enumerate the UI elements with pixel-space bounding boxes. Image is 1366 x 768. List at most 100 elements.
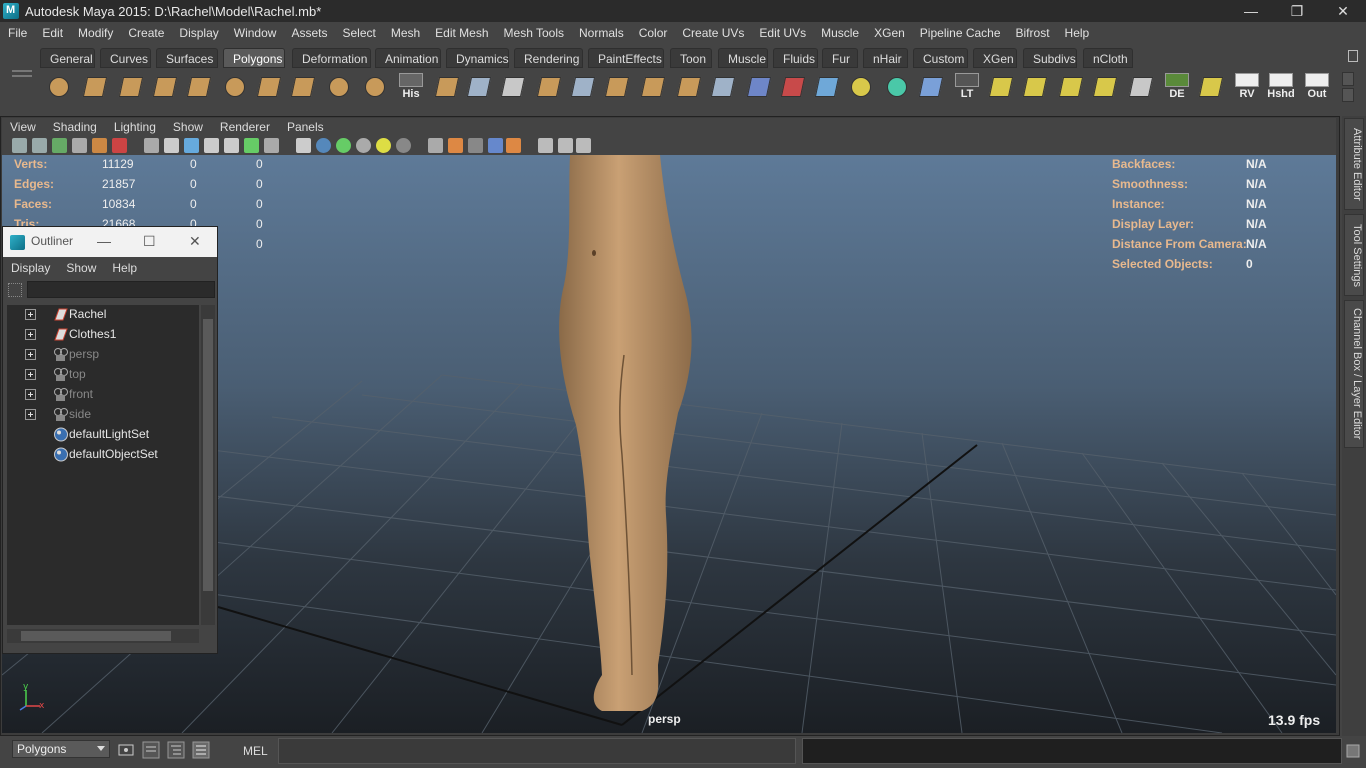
panel-menu-renderer[interactable]: Renderer [212,120,279,134]
shelf-tab-muscle[interactable]: Muscle [718,48,768,68]
shelf-tab-fluids[interactable]: Fluids [773,48,818,68]
minimize-button[interactable]: — [1228,0,1274,22]
outliner-item[interactable]: defaultLightSet [7,425,199,445]
gate-mask-icon[interactable] [204,138,219,153]
shelf-tab-surfaces[interactable]: Surfaces [156,48,218,68]
wireframe-cage-icon[interactable] [812,72,842,102]
script-editor-button-icon[interactable] [1346,744,1360,758]
screen-space-ao-icon[interactable] [428,138,443,153]
grid-icon[interactable] [144,138,159,153]
menu-file[interactable]: File [0,22,34,44]
poly-torus-icon[interactable] [220,72,250,102]
poly-plane-icon[interactable] [184,72,214,102]
shelf-tab-rendering[interactable]: Rendering [514,48,583,68]
motion-blur-icon[interactable] [448,138,463,153]
maximize-button[interactable]: ☐ [143,233,156,250]
panel-menu-panels[interactable]: Panels [279,120,333,134]
mel-command-input[interactable] [278,738,796,764]
shelf-tab-subdivs[interactable]: Subdivs [1023,48,1077,68]
shelf-tab-painteffects[interactable]: PaintEffects [588,48,664,68]
render-view-icon[interactable]: RV [1232,72,1262,102]
outliner-vertical-scrollbar[interactable] [201,305,215,625]
shelf-tab-ncloth[interactable]: nCloth [1083,48,1133,68]
camera-attributes-icon[interactable] [32,138,47,153]
shelf-tab-deformation[interactable]: Deformation [292,48,371,68]
menu-pipeline-cache[interactable]: Pipeline Cache [912,22,1008,44]
xray-icon[interactable] [538,138,553,153]
shelf-scroll-up-icon[interactable] [1342,72,1354,86]
menu-edit-mesh[interactable]: Edit Mesh [427,22,495,44]
menu-create[interactable]: Create [120,22,171,44]
bookmarks-icon[interactable] [52,138,67,153]
uv-automatic-icon[interactable] [1090,72,1120,102]
outliner-item[interactable]: top [7,365,199,385]
menu-edit-uvs[interactable]: Edit UVs [751,22,813,44]
close-button[interactable]: ✕ [189,233,201,250]
expand-icon[interactable] [25,389,36,400]
poly-pipe-icon[interactable] [288,72,318,102]
menu-mesh-tools[interactable]: Mesh Tools [496,22,571,44]
outliner-shelf-icon[interactable]: Out [1302,72,1332,102]
xray-components-icon[interactable] [576,138,591,153]
menu-edit[interactable]: Edit [34,22,70,44]
use-all-lights-icon[interactable] [376,138,391,153]
menu-display[interactable]: Display [171,22,225,44]
expand-icon[interactable] [25,309,36,320]
shelf-tab-general[interactable]: General [40,48,95,68]
resolution-gate-icon[interactable] [184,138,199,153]
side-tab-channel-box-layer-editor[interactable]: Channel Box / Layer Editor [1344,300,1364,448]
display-edges-icon[interactable]: DE [1162,72,1192,102]
outliner-horizontal-scrollbar[interactable] [7,629,199,643]
paint-select-icon[interactable] [778,72,808,102]
poly-helix-icon[interactable] [324,72,354,102]
textured-icon[interactable] [356,138,371,153]
outliner-item[interactable]: Clothes1 [7,325,199,345]
smooth-shade-icon[interactable] [316,138,331,153]
shelf-tab-animation[interactable]: Animation [375,48,441,68]
menu-window[interactable]: Window [226,22,284,44]
script-editor-icon[interactable] [141,740,161,760]
trash-icon[interactable] [1348,50,1358,62]
menu-xgen[interactable]: XGen [866,22,912,44]
soft-select-icon[interactable] [846,72,876,102]
wireframe-icon[interactable] [296,138,311,153]
select-camera-icon[interactable] [12,138,27,153]
menu-muscle[interactable]: Muscle [813,22,866,44]
menu-help[interactable]: Help [1057,22,1097,44]
menu-create-uvs[interactable]: Create UVs [674,22,751,44]
menu-modify[interactable]: Modify [70,22,120,44]
outliner-item[interactable]: side [7,405,199,425]
outliner-title-bar[interactable]: Outliner — ☐ ✕ [3,227,217,257]
film-gate-icon[interactable] [164,138,179,153]
field-chart-icon[interactable] [224,138,239,153]
filter-icon[interactable] [8,283,22,297]
panel-menu-lighting[interactable]: Lighting [106,120,165,134]
menu-select[interactable]: Select [334,22,382,44]
xray-joints-icon[interactable] [558,138,573,153]
side-tab-attribute-editor[interactable]: Attribute Editor [1344,118,1364,210]
shelf-tab-curves[interactable]: Curves [100,48,151,68]
shadows-icon[interactable] [396,138,411,153]
antialiasing-icon[interactable] [468,138,483,153]
smooth-icon[interactable] [708,72,738,102]
shelf-tab-fur[interactable]: Fur [822,48,858,68]
menu-mesh[interactable]: Mesh [383,22,427,44]
sculpt-icon[interactable] [744,72,774,102]
minimize-button[interactable]: — [97,233,111,249]
outliner-menu-show[interactable]: Show [58,261,104,275]
snap-icon[interactable] [116,740,136,760]
scroll-thumb[interactable] [21,631,171,641]
shelf-scroll-down-icon[interactable] [1342,88,1354,102]
wireframe-on-shaded-icon[interactable] [336,138,351,153]
shelf-tab-polygons[interactable]: Polygons [223,48,285,68]
poly-pyramid-icon[interactable] [254,72,284,102]
close-button[interactable]: ✕ [1320,0,1366,22]
target-weld-icon[interactable] [882,72,912,102]
shelf-tab-dynamics[interactable]: Dynamics [446,48,509,68]
cube-transform-icon[interactable] [916,72,946,102]
side-tab-tool-settings[interactable]: Tool Settings [1344,214,1364,296]
split-polygon-icon[interactable] [638,72,668,102]
uv-layout-icon[interactable] [1196,72,1226,102]
uv-editor-icon[interactable] [1126,72,1156,102]
expand-icon[interactable] [25,369,36,380]
